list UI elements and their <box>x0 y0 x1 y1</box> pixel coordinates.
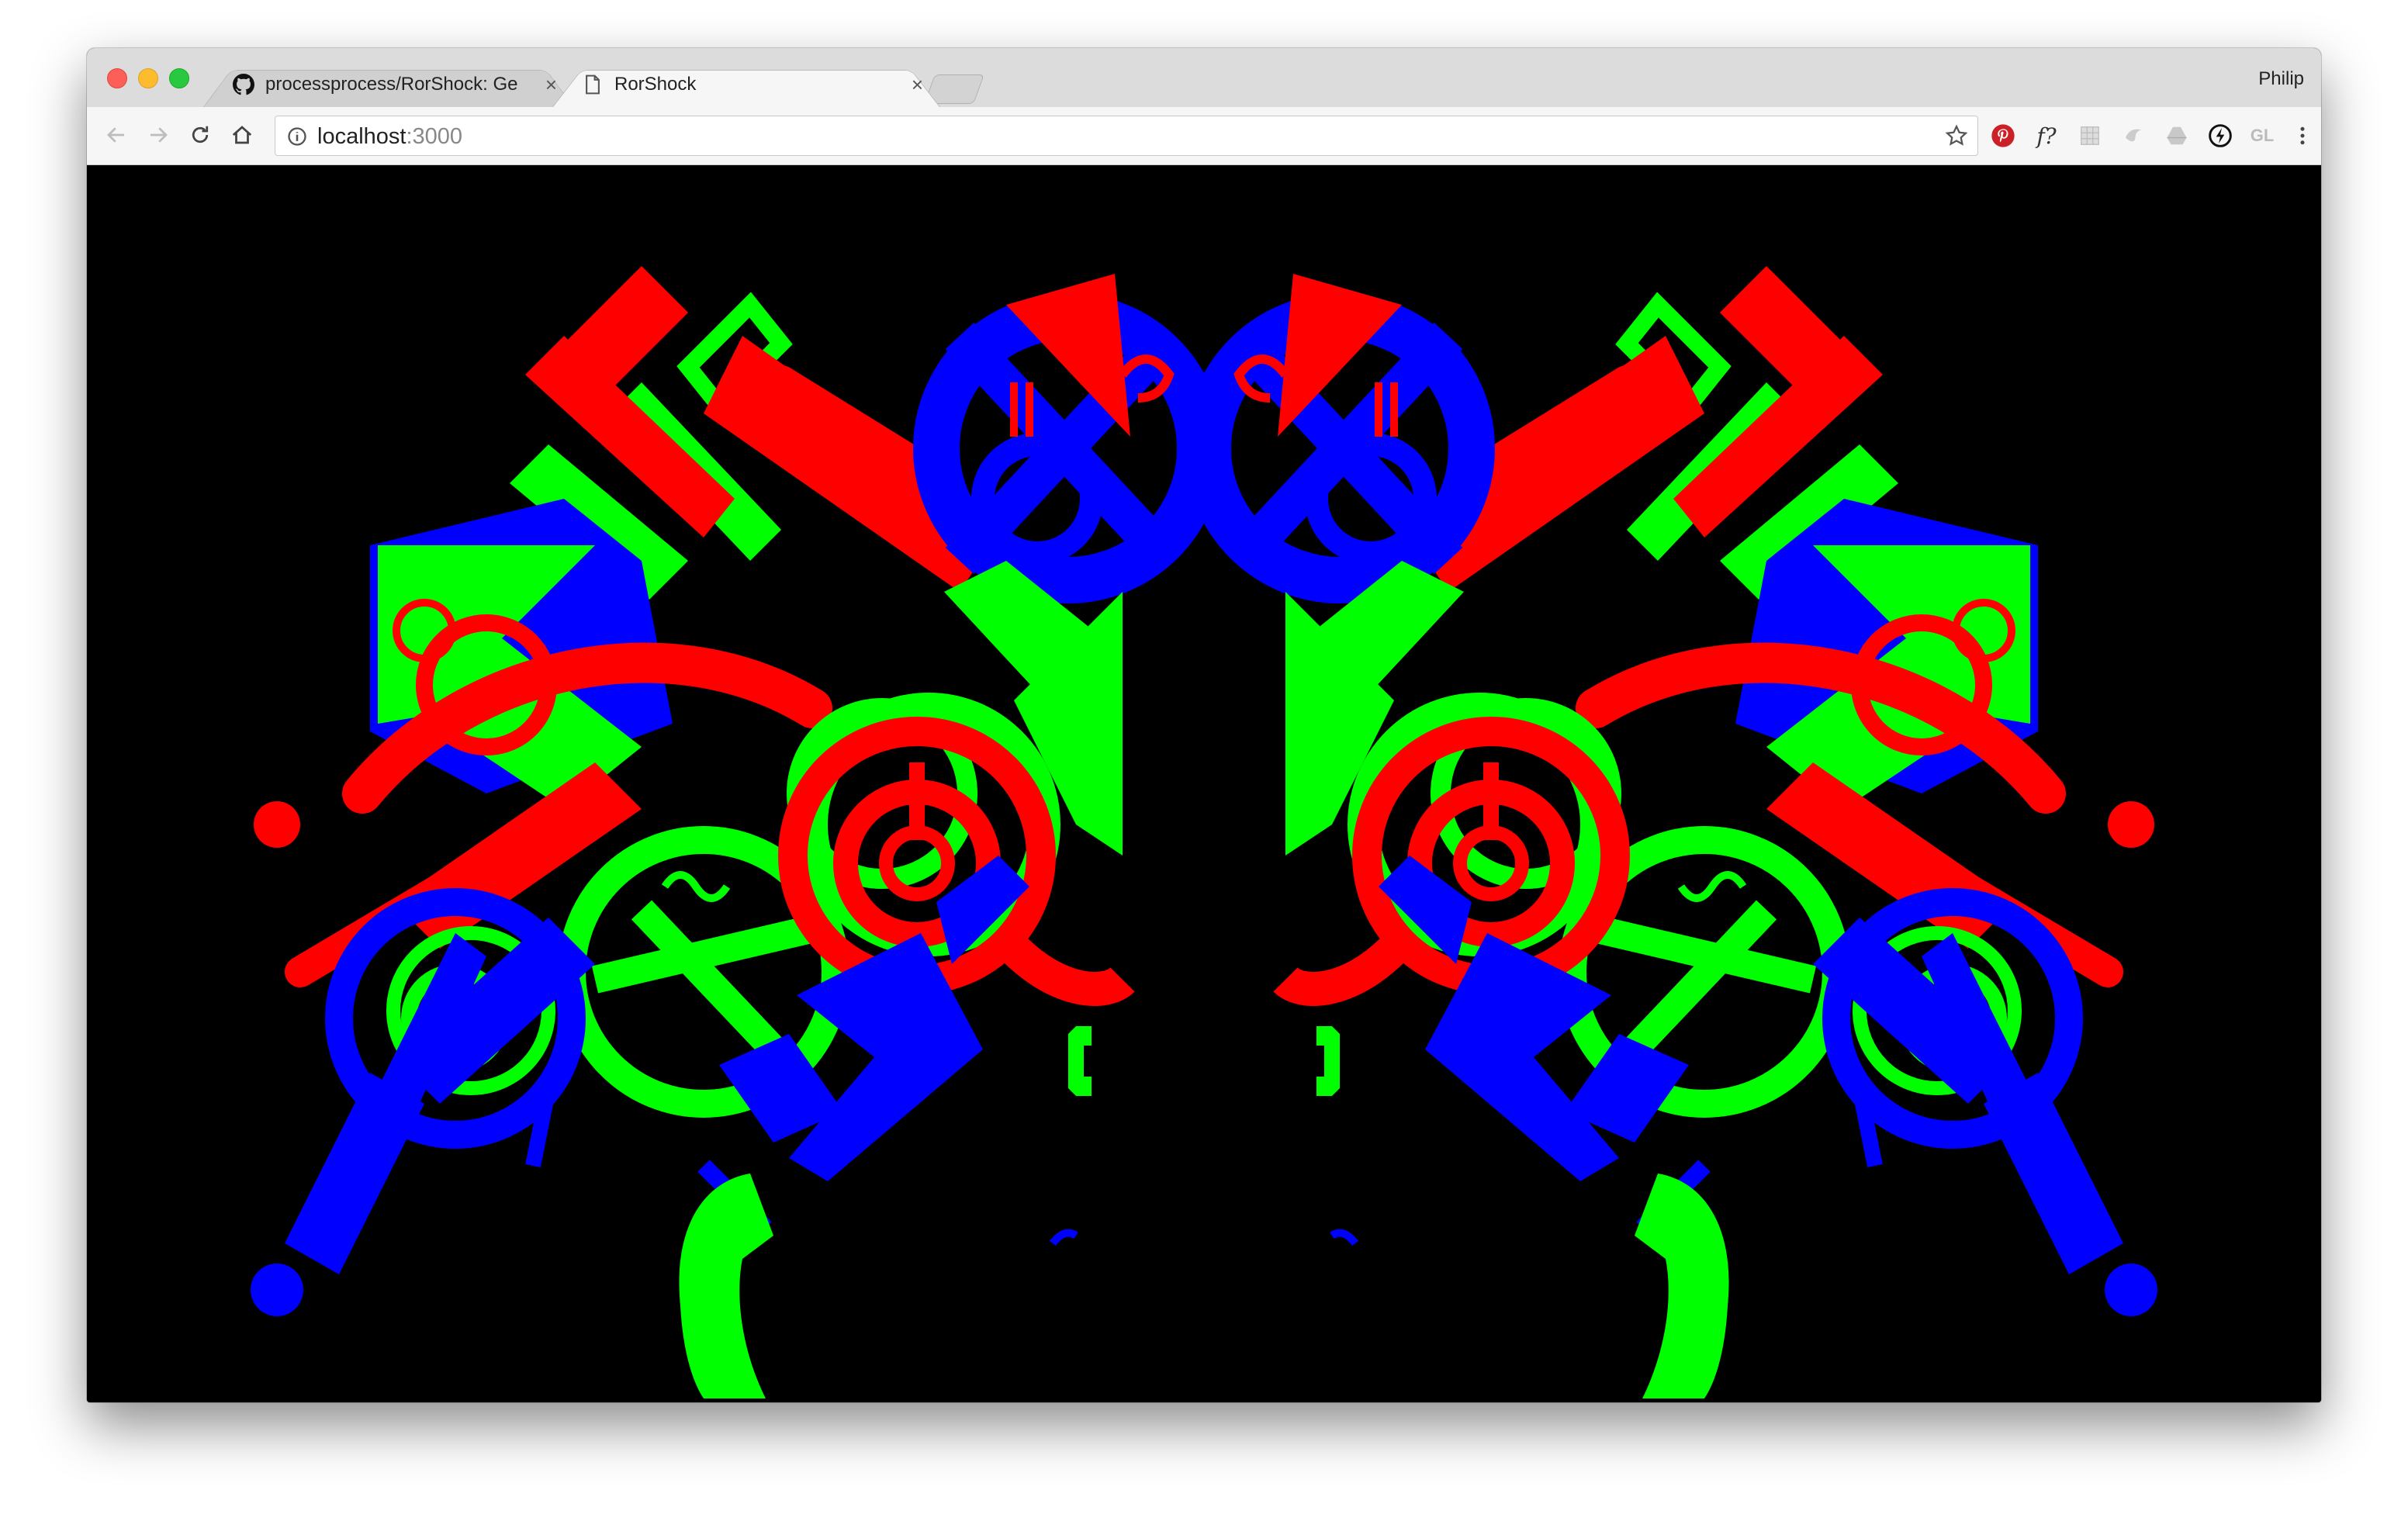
gl-icon: GL <box>2250 126 2275 145</box>
window-close-button[interactable] <box>107 68 127 88</box>
bookmark-star-icon[interactable] <box>1945 124 1968 147</box>
github-icon <box>233 74 254 95</box>
info-icon[interactable] <box>286 126 308 147</box>
gl-extension[interactable]: GL <box>2248 122 2276 150</box>
ext-icon-a <box>2126 129 2141 142</box>
pinterest-icon <box>1991 124 2015 147</box>
back-arrow-icon <box>107 127 124 143</box>
page-icon <box>586 74 600 95</box>
grid-extension[interactable] <box>2076 122 2104 150</box>
browser-toolbar: localhost:3000 f? GL <box>87 107 2321 165</box>
tab-rorshock[interactable]: RorShock × <box>552 62 940 107</box>
browser-menu-button[interactable] <box>2289 122 2316 150</box>
back-button[interactable] <box>102 121 130 149</box>
rorschach-artwork <box>87 165 2321 1402</box>
drive-extension[interactable] <box>2163 122 2191 150</box>
pinterest-extension[interactable] <box>1989 122 2017 150</box>
tab-title: RorShock <box>614 74 697 95</box>
bolt-extension[interactable] <box>2206 122 2234 150</box>
bolt-icon <box>2209 124 2232 147</box>
reload-button[interactable] <box>186 121 214 149</box>
home-button[interactable] <box>228 121 256 149</box>
window-minimize-button[interactable] <box>138 68 158 88</box>
tab-github[interactable]: processprocess/RorShock: Ge × <box>203 62 574 107</box>
url-text[interactable]: localhost:3000 <box>317 124 462 150</box>
reload-icon <box>192 126 209 143</box>
window-maximize-button[interactable] <box>169 68 189 88</box>
address-bar[interactable]: localhost:3000 <box>275 116 1978 156</box>
forward-button[interactable] <box>144 121 172 149</box>
forward-arrow-icon <box>150 127 168 143</box>
home-icon <box>232 126 252 144</box>
profile-name[interactable]: Philip <box>2258 68 2304 90</box>
tab-close-button[interactable]: × <box>912 74 923 95</box>
whatfont-icon: f? <box>2036 123 2057 149</box>
drive-icon <box>2167 126 2187 145</box>
menu-icon <box>2300 126 2305 145</box>
tab-strip: processprocess/RorShock: Ge × RorShock ×… <box>87 48 2321 108</box>
tab-title: processprocess/RorShock: Ge <box>265 74 518 95</box>
whatfont-extension[interactable]: f? <box>2033 122 2060 150</box>
extension-a[interactable] <box>2119 122 2147 150</box>
rorshock-canvas[interactable] <box>87 165 2321 1402</box>
grid-ext-icon <box>2081 126 2099 145</box>
browser-window: processprocess/RorShock: Ge × RorShock ×… <box>87 48 2321 1402</box>
